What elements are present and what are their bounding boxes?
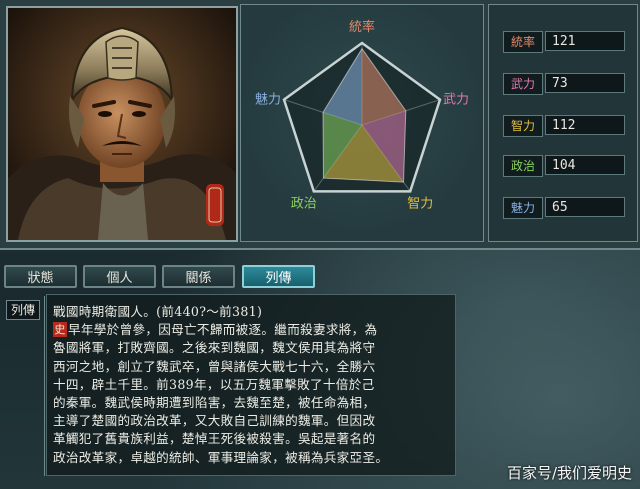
stat-value-charisma: 65 xyxy=(545,197,625,217)
radar-axis-label-war: 武力 xyxy=(443,93,469,108)
bio-line: 的秦軍。魏武侯時期遭到陷害，去魏至楚，被任命為相， xyxy=(53,395,376,411)
tab-status[interactable]: 狀態 xyxy=(4,265,77,288)
stat-leadership: 統率 121 xyxy=(503,31,631,53)
bio-section-tag: 列傳 xyxy=(6,300,40,320)
stat-war: 武力 73 xyxy=(503,73,631,95)
bio-line: 魯國將軍，打敗齊國。之後來到魏國，魏文侯用其為將守 xyxy=(53,340,376,356)
radar-axis-label-intelligence: 智力 xyxy=(407,196,433,211)
bio-line: 主導了楚國的政治改革，又大敗自己訓練的魏軍。但因改 xyxy=(53,413,376,429)
officer-portrait xyxy=(6,6,238,242)
bio-line: 政治改革家，卓越的統帥、軍事理論家，被稱為兵家亞圣。 xyxy=(53,449,389,465)
stats-panel: 統率 121 武力 73 智力 112 政治 104 魅力 65 xyxy=(488,4,638,242)
radar-axis-label-leadership: 統率 xyxy=(349,19,375,35)
tab-biography[interactable]: 列傳 xyxy=(242,265,315,288)
stat-politics: 政治 104 xyxy=(503,155,631,177)
stat-label-war: 武力 xyxy=(503,73,543,95)
biography-text: 戰國時期衛國人。(前440?～前381) 史早年學於曾參，因母亡不歸而被逐。繼而… xyxy=(53,303,451,467)
stats-radar-chart: 統率武力智力 政治 魅力 xyxy=(240,4,484,242)
stat-charisma: 魅力 65 xyxy=(503,197,631,219)
bio-line-text: 早年學於曾參，因母亡不歸而被逐。繼而殺妻求將，為 xyxy=(68,322,378,338)
tab-relations[interactable]: 關係 xyxy=(162,265,235,288)
bio-line: 史早年學於曾參，因母亡不歸而被逐。繼而殺妻求將，為 xyxy=(53,321,451,339)
history-mark-icon: 史 xyxy=(53,322,67,338)
officer-info-frame: 統率 武力 智力 政治 魅力 統率 121 武力 73 智力 112 政治 104 魅力… xyxy=(0,0,640,250)
stat-label-charisma: 魅力 xyxy=(503,197,543,219)
stat-label-leadership: 統率 xyxy=(503,31,543,53)
tab-personal[interactable]: 個人 xyxy=(83,265,156,288)
stat-value-intelligence: 112 xyxy=(545,115,625,135)
stat-label-intelligence: 智力 xyxy=(503,115,543,137)
bio-line: 十四，辟土千里。前389年，以五万魏軍擊敗了十倍於己 xyxy=(53,376,375,392)
game-screen: 統率 武力 智力 政治 魅力 統率 121 武力 73 智力 112 政治 104 魅力… xyxy=(0,0,640,489)
radar-axis-label-politics: 政治 xyxy=(291,196,317,211)
stat-value-politics: 104 xyxy=(545,155,625,175)
bio-line: 西河之地，創立了魏武卒，曾與諸侯大戰七十六，全勝六 xyxy=(53,358,376,374)
bio-line: 革觸犯了舊貴族利益，楚悼王死後被殺害。吳起是著名的 xyxy=(53,431,376,447)
bio-sidebar xyxy=(4,296,45,476)
biography-panel[interactable]: 戰國時期衛國人。(前440?～前381) 史早年學於曾參，因母亡不歸而被逐。繼而… xyxy=(46,294,456,476)
radar-axis-label-charisma: 魅力 xyxy=(255,93,281,108)
stat-intelligence: 智力 112 xyxy=(503,115,631,137)
watermark: 百家号/我们爱明史 xyxy=(506,464,632,482)
stat-value-leadership: 121 xyxy=(545,31,625,51)
stat-value-war: 73 xyxy=(545,73,625,93)
stat-label-politics: 政治 xyxy=(503,155,543,177)
bio-line: 戰國時期衛國人。(前440?～前381) xyxy=(53,304,263,319)
